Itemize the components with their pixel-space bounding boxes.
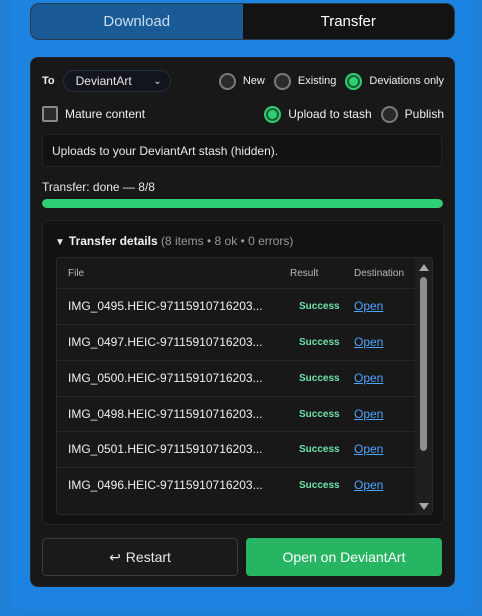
scroll-up-arrow-icon[interactable]: [419, 264, 429, 271]
table-header: File Result Destination: [57, 258, 417, 288]
to-label: To: [42, 75, 55, 87]
table-row: IMG_0497.HEIC-97115910716203... Success …: [57, 324, 417, 359]
radio-existing-indicator: [273, 72, 291, 90]
restart-button[interactable]: ↩ Restart: [42, 538, 238, 576]
details-title: Transfer details: [68, 234, 158, 248]
transfer-details: ▼ Transfer details (8 items • 8 ok • 0 er…: [42, 220, 444, 525]
radio-new-label: New: [242, 75, 265, 87]
radio-publish-label: Publish: [404, 107, 444, 121]
open-link[interactable]: Open: [354, 442, 383, 456]
mode-tabs: Download Transfer: [30, 3, 455, 40]
restart-label: Restart: [125, 549, 171, 565]
results-table: File Result Destination IMG_0495.HEIC-97…: [56, 257, 433, 515]
file-name: IMG_0501.HEIC-97115910716203...: [68, 442, 263, 456]
radio-new[interactable]: New: [218, 72, 265, 90]
open-link[interactable]: Open: [354, 407, 383, 421]
destination-value: DeviantArt: [75, 74, 132, 88]
table-row: IMG_0496.HEIC-97115910716203... Success …: [57, 467, 417, 502]
file-name: IMG_0496.HEIC-97115910716203...: [68, 478, 263, 492]
radio-new-indicator: [218, 72, 236, 90]
transfer-panel: To DeviantArt ⌄ New Existing Deviations …: [30, 57, 455, 587]
radio-upload-to-stash-label: Upload to stash: [288, 107, 372, 121]
progress-bar: [42, 199, 443, 208]
return-arrow-icon: ↩: [109, 548, 121, 565]
radio-publish[interactable]: Publish: [380, 105, 444, 123]
tab-transfer[interactable]: Transfer: [242, 4, 454, 39]
tab-download[interactable]: Download: [31, 4, 243, 39]
upload-radio-group: Upload to stash Publish: [255, 105, 444, 123]
mature-content-label: Mature content: [65, 107, 146, 121]
info-message: Uploads to your DeviantArt stash (hidden…: [42, 134, 442, 167]
file-name: IMG_0497.HEIC-97115910716203...: [68, 335, 263, 349]
open-link[interactable]: Open: [354, 371, 383, 385]
mature-content-checkbox[interactable]: [42, 106, 58, 122]
chevron-down-icon: ⌄: [153, 75, 162, 87]
radio-deviations-only-label: Deviations only: [369, 75, 444, 87]
column-destination: Destination: [354, 268, 405, 279]
radio-upload-to-stash[interactable]: Upload to stash: [264, 105, 372, 123]
destination-select[interactable]: DeviantArt ⌄: [62, 70, 171, 92]
details-toggle[interactable]: ▼ Transfer details (8 items • 8 ok • 0 er…: [55, 234, 293, 248]
options-row: Mature content Upload to stash Publish: [42, 104, 444, 124]
open-link[interactable]: Open: [354, 335, 383, 349]
radio-upload-to-stash-indicator: [264, 105, 282, 123]
result-badge: Success: [299, 337, 340, 348]
mode-radio-group: New Existing Deviations only: [210, 72, 444, 90]
open-link[interactable]: Open: [354, 478, 383, 492]
column-file: File: [68, 268, 85, 279]
radio-publish-indicator: [380, 105, 398, 123]
table-row: IMG_0495.HEIC-97115910716203... Success …: [57, 288, 417, 323]
result-badge: Success: [299, 301, 340, 312]
result-badge: Success: [299, 444, 340, 455]
progress-label: Transfer: done — 8/8: [42, 180, 155, 194]
file-name: IMG_0498.HEIC-97115910716203...: [68, 407, 263, 421]
scroll-down-arrow-icon[interactable]: [419, 503, 429, 510]
radio-existing-label: Existing: [297, 75, 337, 87]
file-name: IMG_0500.HEIC-97115910716203...: [68, 371, 263, 385]
radio-deviations-only[interactable]: Deviations only: [345, 72, 444, 90]
column-result: Result: [290, 268, 319, 279]
open-on-deviantart-button[interactable]: Open on DeviantArt: [246, 538, 442, 576]
triangle-down-icon: ▼: [55, 237, 65, 248]
open-link[interactable]: Open: [354, 299, 383, 313]
details-meta: (8 items • 8 ok • 0 errors): [160, 234, 294, 248]
table-scrollbar[interactable]: [415, 258, 432, 514]
radio-existing[interactable]: Existing: [273, 72, 337, 90]
progress-fill: [42, 199, 443, 208]
result-badge: Success: [299, 409, 340, 420]
result-badge: Success: [299, 373, 340, 384]
result-badge: Success: [299, 480, 340, 491]
table-row: IMG_0501.HEIC-97115910716203... Success …: [57, 431, 417, 466]
scrollbar-thumb[interactable]: [420, 277, 427, 451]
radio-deviations-only-indicator: [345, 72, 363, 90]
table-row: IMG_0498.HEIC-97115910716203... Success …: [57, 396, 417, 431]
table-row: IMG_0500.HEIC-97115910716203... Success …: [57, 360, 417, 395]
destination-row: To DeviantArt ⌄ New Existing Deviations …: [42, 70, 444, 92]
file-name: IMG_0495.HEIC-97115910716203...: [68, 299, 263, 313]
